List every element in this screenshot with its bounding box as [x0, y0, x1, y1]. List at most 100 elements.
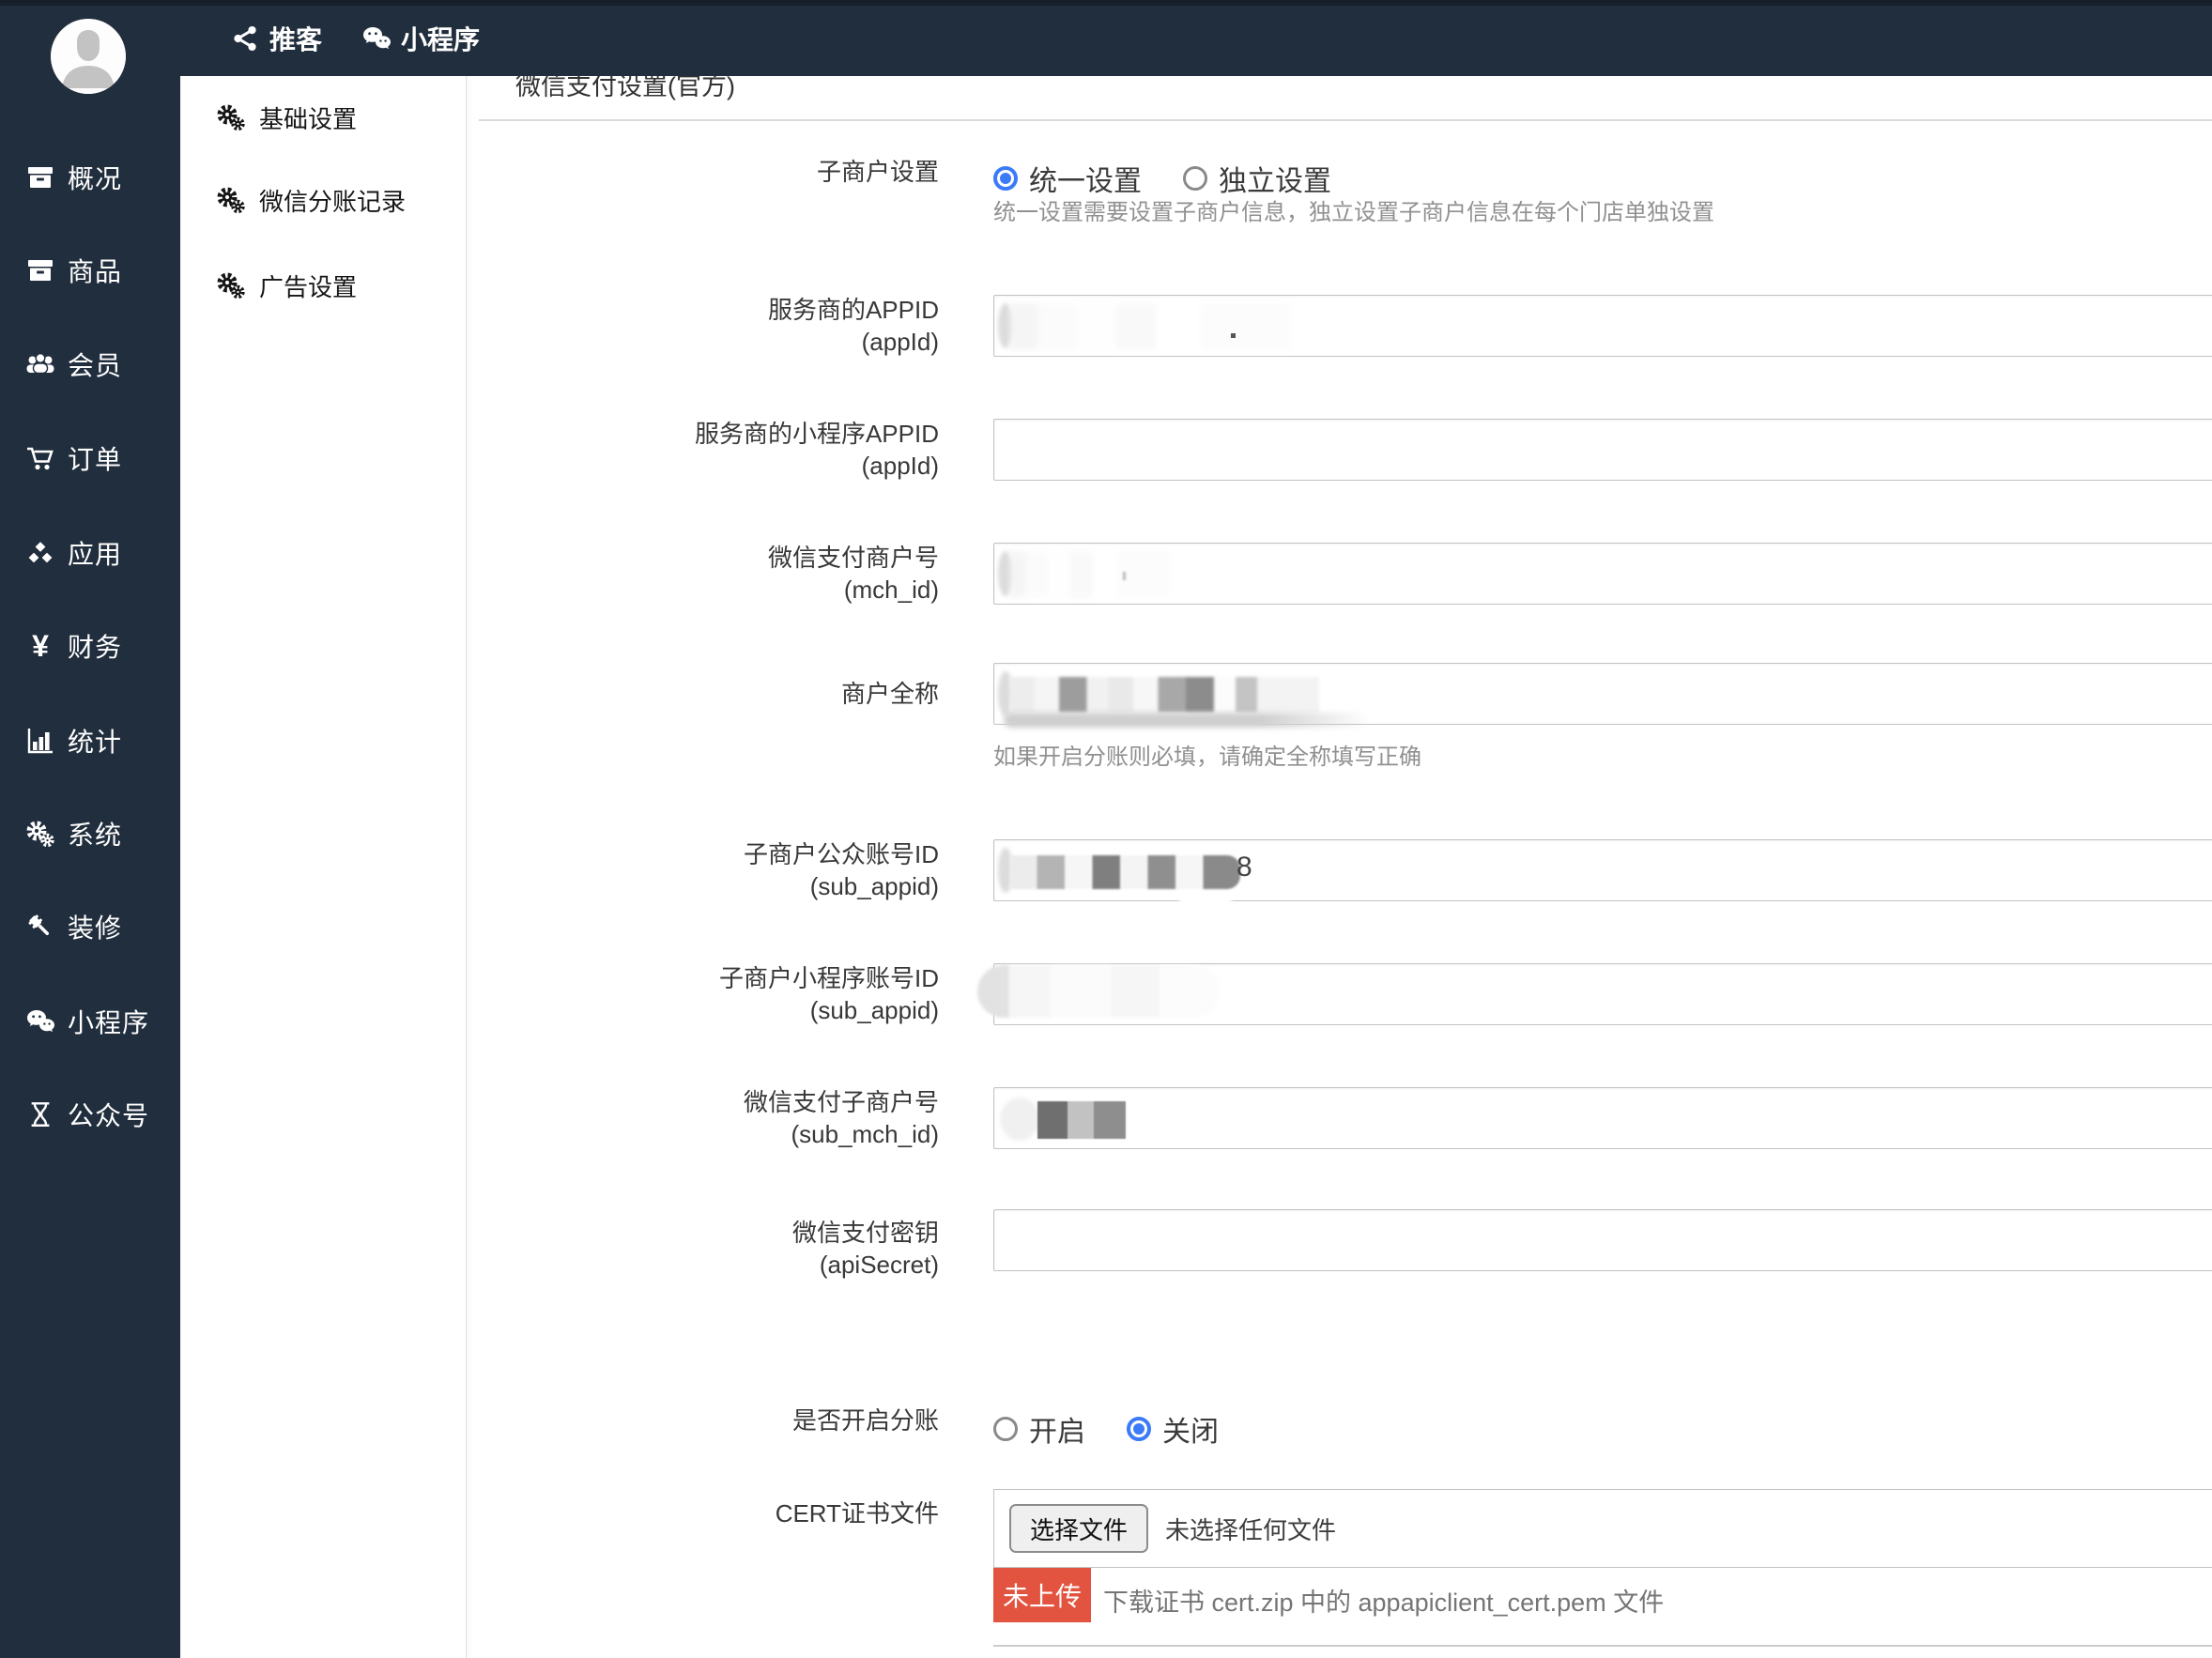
field-label-sub-mini-appid: 子商户小程序账号ID (sub_appid): [718, 964, 939, 1024]
submenu-item-label: 广告设置: [259, 272, 358, 301]
redaction-blur: [1177, 897, 1234, 910]
wechat-pay-settings-form: 微信支付设置(官方) 子商户设置 统一设置 独立设置 统一设置需要设置子商户信息…: [467, 0, 2212, 1658]
submenu-item-basic-settings[interactable]: 基础设置: [180, 95, 466, 140]
redaction-blur: [1009, 677, 1319, 713]
sidebar-item-label: 公众号: [68, 1101, 150, 1130]
yen-icon: ¥: [32, 629, 49, 663]
provider-appid-input[interactable]: [993, 295, 2212, 357]
share-icon: [230, 23, 260, 54]
sidebar-item-label: 概况: [68, 164, 123, 193]
redaction-blur: [1009, 551, 1169, 598]
sidebar-item-miniprogram[interactable]: 小程序: [0, 999, 180, 1044]
redaction-blur: [1231, 333, 1236, 338]
gavel-icon: [24, 911, 56, 943]
wechat-icon: [24, 1006, 56, 1037]
sidebar-item-orders[interactable]: 订单: [0, 436, 180, 481]
cert-file-note: 下载证书 cert.zip 中的 appapiclient_cert.pem 文…: [1103, 1589, 1665, 1617]
window-top-edge: [0, 0, 2212, 6]
field-label-mch-id: 微信支付商户号 (mch_id): [767, 544, 939, 604]
field-label-cert-file: CERT证书文件: [775, 1499, 939, 1528]
radio-split-off[interactable]: [1127, 1417, 1151, 1441]
field-label-sub-appid: 子商户公众账号ID (sub_appid): [743, 840, 939, 900]
redaction-blur: [1009, 303, 1291, 350]
topnav-item-promoter[interactable]: 推客: [230, 20, 322, 57]
sidebar-item-label: 订单: [68, 445, 123, 474]
archive-icon: [24, 254, 56, 286]
submenu-item-wechat-split-records[interactable]: 微信分账记录: [180, 177, 466, 223]
sidebar-item-statistics[interactable]: 统计: [0, 718, 180, 763]
radio-label[interactable]: 关闭: [1162, 1408, 1219, 1450]
cogs-icon: [216, 270, 246, 300]
cogs-icon: [216, 185, 246, 215]
cart-icon: [24, 442, 56, 474]
app-window: 推客 小程序 概况 商品 会员 订单 应用 ¥ 财务 统计 系统 装修 小程序 …: [0, 0, 2212, 1658]
cubes-icon: [24, 537, 56, 569]
api-secret-input[interactable]: [993, 1209, 2212, 1271]
redaction-blur: [1004, 713, 1370, 728]
wechat-icon: [361, 23, 392, 54]
avatar[interactable]: [51, 19, 126, 94]
users-icon: [24, 348, 56, 380]
redaction-blur: [1009, 855, 1240, 889]
redaction-blur: [977, 965, 1220, 1018]
sidebar-item-label: 财务: [68, 633, 123, 662]
archive-icon: [24, 161, 56, 193]
chart-icon: [24, 725, 56, 757]
next-field-partial-border: [993, 1645, 2212, 1647]
sidebar-item-products[interactable]: 商品: [0, 248, 180, 293]
field-label-sub-mch-id: 微信支付子商户号 (sub_mch_id): [743, 1088, 939, 1148]
choose-file-button[interactable]: 选择文件: [1009, 1504, 1149, 1553]
sidebar-item-label: 系统: [68, 821, 123, 850]
field-label-sub-merchant-setting: 子商户设置: [816, 158, 939, 186]
sidebar-item-label: 商品: [68, 257, 123, 286]
sidebar-item-finance[interactable]: ¥ 财务: [0, 623, 180, 668]
sub-mch-id-input[interactable]: [993, 1087, 2212, 1149]
cert-file-input[interactable]: 选择文件 未选择任何文件: [993, 1489, 2212, 1568]
visible-value-fragment: 8: [1237, 852, 1252, 883]
not-uploaded-badge: 未上传: [993, 1568, 1092, 1622]
sidebar-item-official-account[interactable]: 公众号: [0, 1092, 180, 1137]
sidebar-item-label: 统计: [68, 728, 123, 757]
redaction-blur: [1000, 1098, 1039, 1141]
sidebar-item-label: 小程序: [68, 1008, 150, 1037]
no-file-chosen-text: 未选择任何文件: [1165, 1515, 1337, 1544]
provider-mini-appid-input[interactable]: [993, 419, 2212, 481]
field-label-provider-appid: 服务商的APPID (appId): [767, 296, 939, 356]
field-helper: 统一设置需要设置子商户信息，独立设置子商户信息在每个门店单独设置: [993, 200, 1714, 225]
field-helper: 如果开启分账则必填，请确定全称填写正确: [993, 745, 1421, 770]
sidebar-item-system[interactable]: 系统: [0, 811, 180, 856]
redaction-blur: [1037, 1101, 1126, 1139]
submenu-item-label: 微信分账记录: [259, 187, 407, 216]
radio-unified-setting[interactable]: [993, 166, 1018, 191]
sub-appid-input[interactable]: 8: [993, 839, 2212, 910]
hourglass-icon: [24, 1098, 56, 1130]
sidebar-item-overview[interactable]: 概况: [0, 155, 180, 200]
title-divider: [479, 119, 2212, 121]
merchant-full-name-input[interactable]: [993, 663, 2212, 728]
sidebar-item-label: 装修: [68, 913, 123, 943]
sidebar-item-apps[interactable]: 应用: [0, 530, 180, 576]
redaction-blur: [1123, 572, 1126, 580]
field-label-enable-split: 是否开启分账: [791, 1406, 939, 1435]
sidebar-item-label: 会员: [68, 351, 123, 380]
cogs-icon: [216, 102, 246, 132]
radio-split-on[interactable]: [993, 1417, 1018, 1441]
field-label-merchant-full-name: 商户全称: [840, 680, 939, 708]
enable-split-radio-group: 开启 关闭: [993, 1408, 1260, 1450]
main-sidebar: 概况 商品 会员 订单 应用 ¥ 财务 统计 系统 装修 小程序 公众号: [0, 0, 180, 1658]
radio-independent-setting[interactable]: [1183, 166, 1207, 191]
topnav-item-miniprogram[interactable]: 小程序: [361, 20, 480, 57]
sidebar-item-decoration[interactable]: 装修: [0, 904, 180, 949]
topnav-item-label: 小程序: [401, 24, 481, 54]
topnav-item-label: 推客: [269, 24, 323, 54]
field-label-provider-mini-appid: 服务商的小程序APPID (appId): [694, 420, 939, 480]
submenu-item-ad-settings[interactable]: 广告设置: [180, 263, 466, 308]
settings-submenu: 基础设置 微信分账记录 广告设置: [180, 76, 467, 1658]
submenu-item-label: 基础设置: [259, 104, 358, 133]
field-label-api-secret: 微信支付密钥 (apiSecret): [791, 1219, 939, 1279]
top-navbar: 推客 小程序: [180, 0, 2212, 76]
sidebar-item-members[interactable]: 会员: [0, 342, 180, 387]
mch-id-input[interactable]: [993, 543, 2212, 605]
radio-label[interactable]: 开启: [1029, 1408, 1085, 1450]
cogs-icon: [24, 818, 56, 850]
